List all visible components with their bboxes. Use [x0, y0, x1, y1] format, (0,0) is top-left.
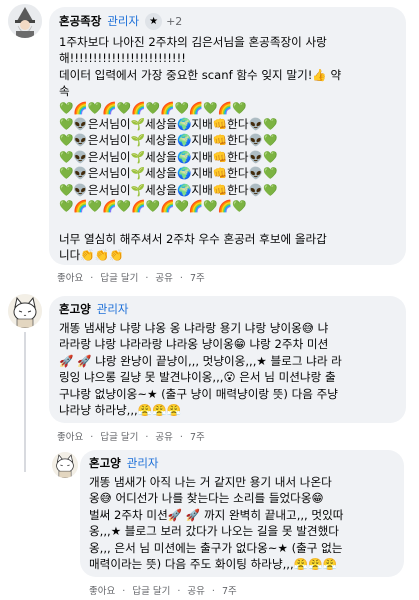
text-line: 옹😅 어디선가 나를 찾는다는 소리를 들었다옹😁	[89, 491, 324, 506]
cat-icon	[52, 452, 78, 478]
text-line: 💚👽은서님이🌱세상을🌍지배👊한다👽💚	[59, 133, 278, 148]
separator: ·	[145, 273, 149, 284]
admin-badge: 관리자	[107, 14, 140, 28]
text-line: 냐라냥 하라냥,,,😤😤😤	[59, 403, 182, 418]
timestamp[interactable]: 7주	[190, 270, 205, 284]
separator: ·	[177, 586, 181, 597]
text-line: 개똥 냄새냥 냐랑 냐옹 옹 냐라랑 용기 냐랑 냥이옹😅 냐	[59, 321, 329, 335]
timestamp[interactable]: 7주	[190, 429, 205, 443]
comment-text: 개똥 냄새가 아직 나는 거 같지만 용기 내서 나온다옹😅 어디선가 나를 찾…	[89, 474, 395, 572]
text-line: 옹,,,★ 블로그 보러 갔다가 나오는 길을 못 발견했다	[89, 524, 339, 539]
comment-bubble-2: 혼고양 관리자 개똥 냄새냥 냐랑 냐옹 옹 냐라랑 용기 냐랑 냥이옹😅 냐라…	[49, 296, 406, 423]
text-line: 니다👏👏👏	[59, 248, 124, 263]
thread-line	[24, 332, 26, 472]
admin-badge: 관리자	[96, 302, 129, 316]
avatar-cat[interactable]	[8, 294, 42, 328]
badge-count[interactable]: +2	[166, 15, 182, 28]
separator: ·	[90, 432, 94, 443]
text-line: 매력이라는 뜻) 다음 주도 화이팅 하라냥,,,😤😤😤	[89, 557, 337, 572]
comment-actions: 좋아요 · 답글 달기 · 공유 · 7주	[89, 583, 241, 597]
text-line	[59, 214, 396, 230]
text-line: 1주차보다 나아진 2주차의 김은서님을 혼공족장이 사랑	[59, 35, 327, 49]
admin-badge: 관리자	[126, 456, 159, 470]
text-line: 링잉 냐으롱 길냥 못 발견냐이옹,,,😮 은서 님 미션냐랑 출	[59, 370, 336, 385]
like-button[interactable]: 좋아요	[89, 583, 115, 597]
separator: ·	[145, 432, 149, 443]
comment-actions: 좋아요 · 답글 달기 · 공유 · 7주	[57, 270, 209, 284]
share-button[interactable]: 공유	[155, 429, 172, 443]
text-line: 💚👽은서님이🌱세상을🌍지배👊한다👽💚	[59, 117, 278, 132]
reply-button[interactable]: 답글 달기	[132, 583, 170, 597]
text-line: 💚👽은서님이🌱세상을🌍지배👊한다👽💚	[59, 182, 278, 197]
text-line: 라라랑 냐랑 냐라라랑 냐라옹 냥이옹😁 냐랑 2주차 미션	[59, 337, 329, 352]
cat-icon	[8, 294, 42, 328]
text-line: 💚👽은서님이🌱세상을🌍지배👊한다👽💚	[59, 149, 278, 164]
separator: ·	[179, 273, 183, 284]
text-line: 너무 열심히 해주셔서 2주차 우수 혼공러 후보에 올라갑	[59, 231, 327, 246]
wizard-icon	[8, 4, 42, 38]
text-line: 구냐랑 없냥이옹~★ (출구 냥이 매력냥이랑 뜻) 다음 주냥	[59, 386, 338, 401]
text-line: 벌써 2주차 미션🚀 🚀 까지 완벽히 끝내고,,, 멋있따	[89, 507, 344, 522]
text-line: 옹,,, 은서 님 미션에는 출구가 없다옹~★ (출구 없는	[89, 540, 343, 555]
like-button[interactable]: 좋아요	[57, 429, 83, 443]
comment-text: 개똥 냄새냥 냐랑 냐옹 옹 냐라랑 용기 냐랑 냥이옹😅 냐라라랑 냐랑 냐라…	[59, 320, 396, 418]
reply-button[interactable]: 답글 달기	[100, 429, 138, 443]
separator: ·	[211, 586, 215, 597]
timestamp[interactable]: 7주	[222, 583, 237, 597]
text-line: 🚀 🚀 냐랑 완냥이 끝냥이,,, 멋냥이옹,,,★ 블로그 냐라 라	[59, 353, 342, 368]
avatar-cat[interactable]	[52, 452, 78, 478]
separator: ·	[179, 432, 183, 443]
text-line: 데이터 입력에서 가장 중요한 scanf 함수 잊지 말기!👍 약	[59, 67, 342, 82]
reply-button[interactable]: 답글 달기	[100, 270, 138, 284]
share-button[interactable]: 공유	[155, 270, 172, 284]
comment-author[interactable]: 혼공족장	[59, 13, 101, 29]
share-button[interactable]: 공유	[187, 583, 204, 597]
text-line: 💚🌈💚🌈💚🌈💚🌈💚🌈💚🌈💚	[59, 199, 247, 214]
separator: ·	[122, 586, 126, 597]
text-line: 속	[59, 84, 70, 99]
comment-bubble-1: 혼공족장 관리자 ★ +2 1주차보다 나아진 2주차의 김은서님을 혼공족장이…	[49, 7, 406, 265]
reply-bubble: 혼고양 관리자 개똥 냄새가 아직 나는 거 같지만 용기 내서 나온다옹😅 어…	[80, 450, 404, 577]
comment-text: 1주차보다 나아진 2주차의 김은서님을 혼공족장이 사랑해!!!!!!!!!!…	[59, 34, 396, 264]
text-line: 해!!!!!!!!!!!!!!!!!!!!!!!!!	[59, 51, 186, 66]
separator: ·	[90, 273, 94, 284]
comment-author[interactable]: 혼고양	[59, 301, 91, 317]
star-badge-icon[interactable]: ★	[145, 12, 163, 30]
comment-actions: 좋아요 · 답글 달기 · 공유 · 7주	[57, 429, 209, 443]
text-line: 💚👽은서님이🌱세상을🌍지배👊한다👽💚	[59, 166, 278, 181]
text-line: 개똥 냄새가 아직 나는 거 같지만 용기 내서 나온다	[89, 475, 332, 489]
text-line: 💚🌈💚🌈💚🌈💚🌈💚🌈💚🌈💚	[59, 100, 247, 115]
avatar-wizard[interactable]	[8, 4, 42, 38]
like-button[interactable]: 좋아요	[57, 270, 83, 284]
comment-author[interactable]: 혼고양	[89, 455, 121, 471]
